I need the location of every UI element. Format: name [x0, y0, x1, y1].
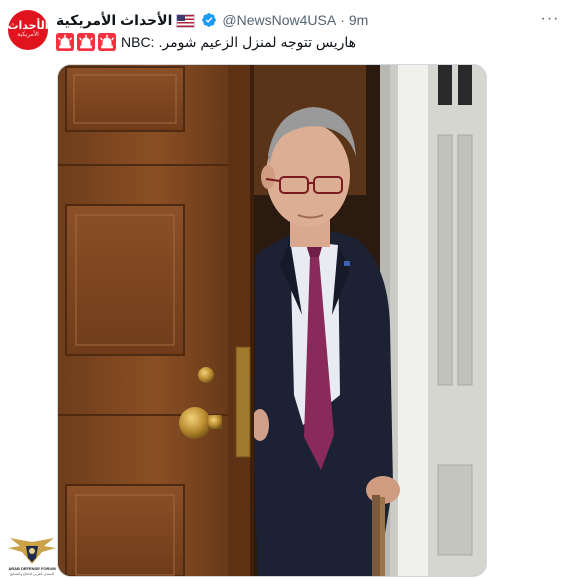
verified-badge-icon — [202, 13, 217, 27]
tweet-media-photo[interactable] — [57, 64, 487, 577]
tweet-text: .هاريس تتوجه لمنزل الزعيم شومر — [158, 33, 357, 50]
photo-illustration — [58, 65, 486, 576]
watermark-subtext: المنتدى العربي للدفاع والتسليح — [9, 572, 55, 576]
more-options-icon[interactable]: ··· — [539, 8, 561, 30]
timestamp[interactable]: 9m — [349, 12, 368, 28]
watermark-text: ARAB DEFENSE FORUM — [8, 566, 56, 571]
avatar-text: الأحداث — [8, 20, 48, 32]
author-handle[interactable]: @NewsNow4USA — [222, 12, 336, 28]
avatar[interactable]: الأحداث الأمريكية — [8, 10, 48, 50]
siren-icon — [56, 33, 74, 51]
tweet-card[interactable]: الأحداث الأمريكية الأحداث الأمريكية @New… — [0, 0, 575, 579]
us-flag-icon — [176, 14, 196, 28]
tweet-header: الأحداث الأمريكية @NewsNow4USA · 9m ··· — [56, 10, 561, 30]
news-source: NBC: — [121, 34, 155, 50]
siren-icon — [98, 33, 116, 51]
tweet-text-row: NBC: .هاريس تتوجه لمنزل الزعيم شومر — [56, 32, 356, 52]
author-display-name[interactable]: الأحداث الأمريكية — [56, 12, 172, 29]
avatar-subtext: الأمريكية — [17, 32, 39, 38]
siren-icon — [77, 33, 95, 51]
separator-dot: · — [340, 12, 345, 28]
